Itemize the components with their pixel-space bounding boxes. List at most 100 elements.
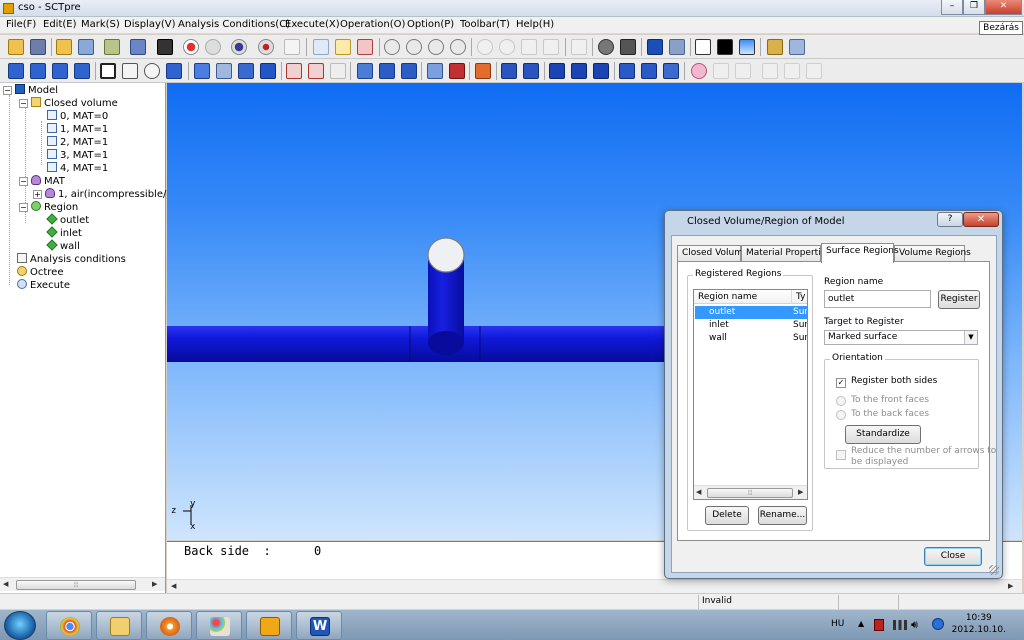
output-hscrollbar[interactable]: ◀ ▶ bbox=[167, 579, 1022, 593]
box-icon[interactable] bbox=[549, 63, 565, 79]
box-fill-icon[interactable] bbox=[593, 63, 609, 79]
update-icon[interactable] bbox=[932, 618, 944, 630]
menu-mark[interactable]: Mark(S) bbox=[81, 19, 120, 30]
print-icon[interactable] bbox=[130, 39, 146, 55]
task-paint[interactable] bbox=[196, 611, 242, 640]
network-icon[interactable] bbox=[893, 620, 907, 630]
front-faces-radio[interactable] bbox=[836, 396, 846, 406]
list-item[interactable]: wall Surf bbox=[695, 332, 807, 345]
task-media[interactable] bbox=[146, 611, 192, 640]
mesh-icon[interactable] bbox=[357, 63, 373, 79]
shift-icon[interactable] bbox=[543, 39, 559, 55]
scroll-thumb[interactable]: ⦙⦙⦙ bbox=[16, 580, 136, 590]
tree-item-material[interactable]: +1, air(incompressible/20 bbox=[33, 188, 179, 201]
tree-item-region-inlet[interactable]: inlet bbox=[46, 226, 82, 240]
dropdown-arrow-icon[interactable]: ▼ bbox=[964, 331, 977, 344]
rename-button[interactable]: Rename... bbox=[758, 506, 807, 525]
region-name-input[interactable]: outlet bbox=[824, 290, 931, 308]
zoom-glass-icon[interactable] bbox=[144, 63, 160, 79]
hand-icon[interactable] bbox=[384, 39, 400, 55]
menu-display[interactable]: Display(V) bbox=[124, 19, 176, 30]
view-axes-icon[interactable] bbox=[620, 39, 636, 55]
task-chrome[interactable] bbox=[46, 611, 92, 640]
tool-fill-icon[interactable] bbox=[8, 63, 24, 79]
cube-wire-icon[interactable] bbox=[216, 63, 232, 79]
tree-item-volume[interactable]: 4, MAT=1 bbox=[47, 162, 108, 175]
menu-option[interactable]: Option(P) bbox=[407, 19, 454, 30]
tree-item-volume[interactable]: 1, MAT=1 bbox=[47, 123, 108, 136]
settings-icon[interactable] bbox=[789, 39, 805, 55]
scroll-left-icon[interactable]: ◀ bbox=[171, 582, 176, 590]
view-zoom-icon[interactable] bbox=[669, 39, 685, 55]
tree-item-closed-volume[interactable]: − Closed volume bbox=[19, 97, 118, 110]
cut-icon[interactable] bbox=[286, 63, 302, 79]
tool-fill-2-icon[interactable] bbox=[30, 63, 46, 79]
rotate-axis-icon[interactable] bbox=[499, 39, 515, 55]
close-window-button[interactable]: ✕ bbox=[985, 0, 1022, 15]
node-edit-icon[interactable] bbox=[523, 63, 539, 79]
node-icon[interactable] bbox=[501, 63, 517, 79]
hand-edge-icon[interactable] bbox=[406, 39, 422, 55]
tool-disabled-4-icon[interactable] bbox=[784, 63, 800, 79]
sphere-icon[interactable] bbox=[691, 63, 707, 79]
column-type[interactable]: Ty bbox=[792, 290, 807, 304]
list-item[interactable]: inlet Surf bbox=[695, 319, 807, 332]
tool-disabled-2-icon[interactable] bbox=[735, 63, 751, 79]
stop-icon[interactable] bbox=[205, 39, 221, 55]
system-clock[interactable]: 10:39 2012.10.10. bbox=[952, 612, 1006, 636]
close-button[interactable]: Close bbox=[924, 547, 982, 566]
help-button[interactable]: ? bbox=[937, 212, 963, 227]
collapse-icon[interactable]: − bbox=[19, 177, 28, 186]
copy-icon[interactable] bbox=[284, 39, 300, 55]
menu-analysis[interactable]: Analysis Conditions(C) bbox=[178, 19, 290, 30]
resize-grip[interactable] bbox=[989, 565, 999, 575]
save-icon[interactable] bbox=[30, 39, 46, 55]
background-white-icon[interactable] bbox=[695, 39, 711, 55]
box-outline-icon[interactable] bbox=[571, 63, 587, 79]
standardize-button[interactable]: Standardize bbox=[845, 425, 921, 444]
view-eye-icon[interactable] bbox=[598, 39, 614, 55]
section-icon[interactable] bbox=[449, 63, 465, 79]
tree-item-volume[interactable]: 3, MAT=1 bbox=[47, 149, 108, 162]
select-point-icon[interactable] bbox=[335, 39, 351, 55]
trim-icon[interactable] bbox=[308, 63, 324, 79]
back-faces-radio[interactable] bbox=[836, 410, 846, 420]
tree-item-execute[interactable]: Execute bbox=[17, 279, 70, 292]
tool-disabled-5-icon[interactable] bbox=[806, 63, 822, 79]
collapse-icon[interactable]: − bbox=[19, 99, 28, 108]
tool-fill-3-icon[interactable] bbox=[52, 63, 68, 79]
import-icon[interactable] bbox=[78, 39, 94, 55]
tree-item-volume[interactable]: 0, MAT=0 bbox=[47, 110, 108, 123]
scroll-left-icon[interactable]: ◀ bbox=[696, 488, 701, 496]
hand-volume-icon[interactable] bbox=[450, 39, 466, 55]
tray-expand-icon[interactable]: ▲ bbox=[858, 619, 864, 628]
tool-disabled-1-icon[interactable] bbox=[713, 63, 729, 79]
menu-operation[interactable]: Operation(O) bbox=[340, 19, 405, 30]
task-word[interactable]: W bbox=[296, 611, 342, 640]
face-arrow-icon[interactable] bbox=[641, 63, 657, 79]
zoom-window-icon[interactable] bbox=[100, 63, 116, 79]
menu-toolbar[interactable]: Toolbar(T) bbox=[460, 19, 510, 30]
menu-help[interactable]: Help(H) bbox=[516, 19, 554, 30]
open-file-icon[interactable] bbox=[56, 39, 72, 55]
cube-icon[interactable] bbox=[194, 63, 210, 79]
column-region-name[interactable]: Region name bbox=[694, 290, 792, 304]
register-both-sides-checkbox[interactable]: ✓ bbox=[836, 378, 846, 388]
scroll-right-icon[interactable]: ▶ bbox=[798, 488, 803, 496]
face-icon[interactable] bbox=[619, 63, 635, 79]
tab-surface-regions[interactable]: Surface Regions bbox=[821, 243, 899, 263]
face-check-icon[interactable] bbox=[663, 63, 679, 79]
dialog-close-button[interactable]: ✕ bbox=[963, 212, 999, 227]
language-indicator[interactable]: HU bbox=[831, 619, 844, 629]
tree-hscrollbar[interactable]: ◀ ⦙⦙⦙ ▶ bbox=[0, 577, 165, 591]
hand-face-icon[interactable] bbox=[428, 39, 444, 55]
undo-icon[interactable] bbox=[571, 39, 587, 55]
task-explorer[interactable] bbox=[96, 611, 142, 640]
view-front-icon[interactable] bbox=[647, 39, 663, 55]
tree-item-mat[interactable]: − MAT bbox=[19, 175, 65, 188]
volume-icon[interactable]: 🔊︎ bbox=[911, 618, 918, 632]
move-icon[interactable] bbox=[521, 39, 537, 55]
tree-item-model[interactable]: − Model bbox=[3, 84, 58, 97]
action-center-icon[interactable] bbox=[874, 619, 884, 631]
tab-material-properties[interactable]: Material Properties bbox=[741, 245, 831, 262]
